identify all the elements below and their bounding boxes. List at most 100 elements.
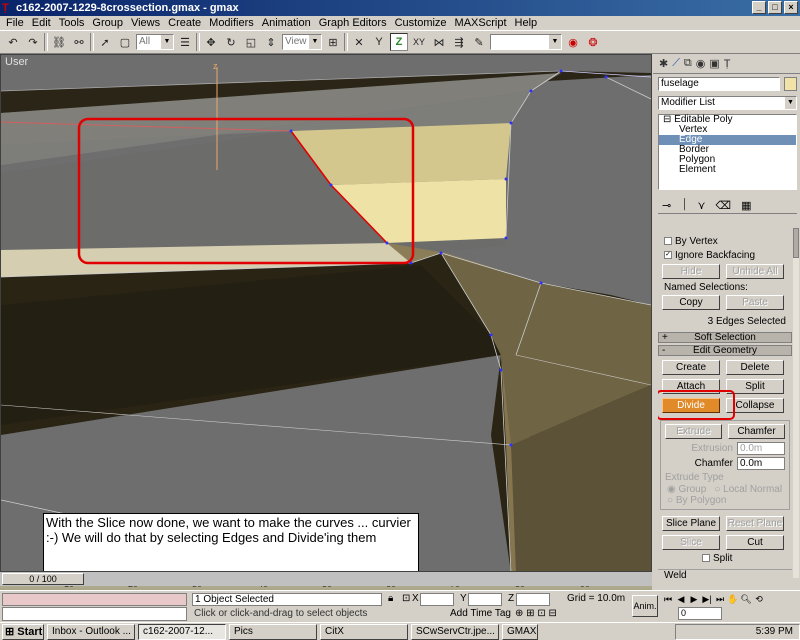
remove-modifier-icon[interactable]: ⌫ [716, 199, 732, 212]
menu-help[interactable]: Help [511, 16, 542, 30]
scrollbar-thumb[interactable] [793, 228, 799, 258]
menu-modifiers[interactable]: Modifiers [205, 16, 258, 30]
gmax-app-icon[interactable]: Ṭ [2, 2, 14, 14]
menu-views[interactable]: Views [127, 16, 164, 30]
create-button[interactable]: Create [662, 360, 720, 375]
reset-plane-button[interactable]: Reset Plane [726, 516, 784, 531]
menu-create[interactable]: Create [164, 16, 205, 30]
scale-icon[interactable]: ◱ [242, 33, 260, 51]
go-to-start-icon[interactable]: ⏮ [662, 593, 674, 605]
go-to-end-icon[interactable]: ⏭ [714, 593, 726, 605]
cut-button[interactable]: Cut [726, 535, 784, 550]
lock-selection-icon[interactable]: 🔒︎ [388, 593, 393, 604]
maxscript-input[interactable] [2, 607, 187, 621]
utilities-tab-icon[interactable]: Ṭ [724, 58, 731, 70]
undo-icon[interactable]: ↶ [4, 33, 22, 51]
stack-element[interactable]: Element [659, 165, 796, 175]
anim-button[interactable]: Anim. [632, 595, 658, 617]
command-panel-scrollbar[interactable] [793, 228, 799, 578]
named-selection-icon[interactable]: ✎ [470, 33, 488, 51]
menu-maxscript[interactable]: MAXScript [451, 16, 511, 30]
taskbar-gmax[interactable]: GMAX [502, 623, 538, 640]
render-icon[interactable]: ❂ [584, 33, 602, 51]
rotate-icon[interactable]: ↻ [222, 33, 240, 51]
restrict-z-icon[interactable]: Z [390, 33, 408, 51]
paste-button[interactable]: Paste [726, 295, 784, 310]
hide-button[interactable]: Hide [662, 264, 720, 279]
add-time-tag[interactable]: Add Time Tag [450, 608, 511, 619]
menu-edit[interactable]: Edit [28, 16, 55, 30]
zoom-icon[interactable]: 🔍︎ [740, 593, 752, 605]
squash-icon[interactable]: ⇕ [262, 33, 280, 51]
maximize-button[interactable]: □ [768, 1, 782, 14]
region-select-icon[interactable]: ▢ [116, 33, 134, 51]
pivot-center-icon[interactable]: ⊞ [324, 33, 342, 51]
play-icon[interactable]: ▶ [688, 593, 700, 605]
ignore-backfacing-checkbox[interactable]: ✓ Ignore Backfacing [658, 248, 792, 262]
orbit-icon[interactable]: ⟲ [753, 593, 765, 605]
group-radio[interactable]: ◉ Group [667, 484, 706, 495]
user-viewport[interactable]: z User With the Slice now done, we want … [0, 54, 652, 572]
y-coord-field[interactable] [468, 593, 502, 606]
select-object-icon[interactable]: ➚ [96, 33, 114, 51]
time-slider[interactable]: 0 / 100 [2, 573, 84, 585]
unhide-all-button[interactable]: Unhide All [726, 264, 784, 279]
create-tab-icon[interactable]: ✱ [659, 57, 668, 70]
local-normal-radio[interactable]: ○ Local Normal [714, 484, 782, 495]
start-button[interactable]: ⊞ Start [2, 623, 44, 640]
x-coord-field[interactable] [420, 593, 454, 606]
hierarchy-tab-icon[interactable]: ⧉ [684, 57, 692, 70]
reference-coord-dropdown[interactable]: View [282, 34, 322, 50]
slice-plane-button[interactable]: Slice Plane [662, 516, 720, 531]
chamfer-spinner[interactable]: 0.0m [737, 457, 785, 470]
unlink-icon[interactable]: ⚯ [70, 33, 88, 51]
prev-frame-icon[interactable]: ◀ [675, 593, 687, 605]
by-vertex-checkbox[interactable]: By Vertex [658, 234, 792, 248]
soft-selection-rollout[interactable]: + Soft Selection [658, 332, 792, 343]
taskbar-pics[interactable]: Pics [229, 623, 317, 640]
z-coord-field[interactable] [516, 593, 550, 606]
mirror-icon[interactable]: ⋈ [430, 33, 448, 51]
material-editor-icon[interactable]: ◉ [564, 33, 582, 51]
pan-icon[interactable]: ✋ [727, 593, 739, 605]
taskbar-gmax-file[interactable]: c162-2007-12... [138, 623, 226, 640]
edit-geometry-rollout[interactable]: - Edit Geometry [658, 345, 792, 356]
configure-modifiers-icon[interactable]: ▦ [741, 199, 751, 212]
make-unique-icon[interactable]: ⋎ [697, 199, 705, 212]
system-tray-clock[interactable]: 5:39 PM [674, 623, 800, 640]
align-icon[interactable]: ⇶ [450, 33, 468, 51]
by-polygon-radio[interactable]: ○ By Polygon [663, 495, 787, 506]
extrusion-spinner[interactable]: 0.0m [737, 442, 785, 455]
next-frame-icon[interactable]: ▶| [701, 593, 713, 605]
menu-customize[interactable]: Customize [391, 16, 451, 30]
modifier-list-dropdown[interactable]: Modifier List [658, 96, 797, 110]
absolute-mode-icon[interactable]: ⊡ [402, 593, 410, 604]
selection-filter-dropdown[interactable]: All [136, 34, 174, 50]
show-end-result-icon[interactable]: ⏐ [681, 199, 687, 212]
chamfer-button[interactable]: Chamfer [728, 424, 785, 439]
link-icon[interactable]: ⛓ [50, 33, 68, 51]
object-color-swatch[interactable] [784, 77, 797, 91]
menu-tools[interactable]: Tools [55, 16, 89, 30]
pin-stack-icon[interactable]: ⊸ [662, 199, 671, 212]
move-icon[interactable]: ✥ [202, 33, 220, 51]
viewport-label[interactable]: User [5, 56, 28, 68]
modify-tab-icon[interactable]: ⟋ [672, 57, 680, 70]
minimize-button[interactable]: _ [752, 1, 766, 14]
delete-button[interactable]: Delete [726, 360, 784, 375]
slice-button[interactable]: Slice [662, 535, 720, 550]
menu-group[interactable]: Group [88, 16, 127, 30]
display-tab-icon[interactable]: ▣ [709, 57, 719, 70]
menu-graph-editors[interactable]: Graph Editors [315, 16, 391, 30]
extrude-button[interactable]: Extrude [665, 424, 722, 439]
taskbar-citx[interactable]: CitX [320, 623, 408, 640]
viewport-nav-icons[interactable]: ⊕ ⊞ ⊡ ⊟ [515, 608, 557, 619]
select-by-name-icon[interactable]: ☰ [176, 33, 194, 51]
taskbar-scwservctr[interactable]: SCwServCtr.jpe... [411, 623, 499, 640]
current-frame-field[interactable]: 0 [678, 607, 722, 620]
menu-file[interactable]: File [2, 16, 28, 30]
split-checkbox[interactable]: Split [658, 551, 792, 565]
close-button[interactable]: × [784, 1, 798, 14]
restrict-x-icon[interactable]: ✕ [350, 33, 368, 51]
time-slider-track[interactable]: 0 / 100 [0, 572, 652, 586]
